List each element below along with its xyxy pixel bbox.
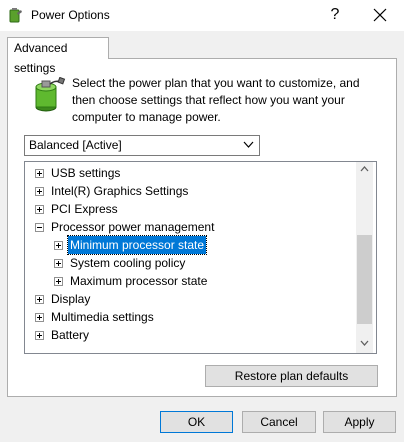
tree-node-label: Processor power management — [51, 220, 215, 234]
ok-button[interactable]: OK — [160, 411, 233, 433]
close-button[interactable] — [360, 2, 400, 28]
scroll-down-icon[interactable] — [360, 340, 369, 346]
tree-node-label: USB settings — [51, 166, 121, 180]
close-icon — [373, 8, 387, 22]
tab-advanced-settings[interactable]: Advanced settings — [7, 37, 109, 75]
title-bar: Power Options ? — [0, 0, 404, 31]
expand-icon[interactable] — [54, 277, 63, 286]
apply-button[interactable]: Apply — [323, 411, 396, 433]
collapse-icon[interactable] — [35, 223, 44, 232]
expand-icon[interactable] — [54, 241, 63, 250]
help-button[interactable]: ? — [325, 4, 345, 26]
tree-scrollbar[interactable] — [356, 162, 373, 353]
expand-icon[interactable] — [35, 169, 44, 178]
expand-icon[interactable] — [35, 313, 44, 322]
restore-plan-defaults-button[interactable]: Restore plan defaults — [205, 365, 378, 387]
tree-node-label: Multimedia settings — [51, 310, 154, 324]
expand-icon[interactable] — [35, 295, 44, 304]
scroll-up-icon[interactable] — [360, 166, 369, 172]
battery-icon — [35, 77, 66, 112]
power-plan-select[interactable]: Balanced [Active] — [24, 135, 260, 156]
settings-tree[interactable]: USB settings Intel(R) Graphics Settings … — [24, 161, 377, 354]
tree-node-label: PCI Express — [51, 202, 118, 216]
tree-node-label: Maximum processor state — [70, 274, 208, 288]
window-title: Power Options — [31, 8, 110, 22]
intro-text: Select the power plan that you want to c… — [72, 76, 360, 124]
tree-node-label: System cooling policy — [70, 256, 186, 270]
tree-node-label: Display — [51, 292, 91, 306]
scrollbar-thumb[interactable] — [357, 235, 372, 324]
expand-icon[interactable] — [35, 205, 44, 214]
expand-icon[interactable] — [35, 187, 44, 196]
expand-icon[interactable] — [35, 331, 44, 340]
power-plan-value: Balanced [Active] — [29, 138, 122, 152]
tree-node-label: Intel(R) Graphics Settings — [51, 184, 189, 198]
power-options-icon — [9, 8, 22, 23]
cancel-button[interactable]: Cancel — [242, 411, 316, 433]
expand-icon[interactable] — [54, 259, 63, 268]
chevron-down-icon — [243, 141, 254, 148]
tree-node-label: Battery — [51, 328, 90, 342]
tree-node-label: Minimum processor state — [66, 235, 208, 255]
